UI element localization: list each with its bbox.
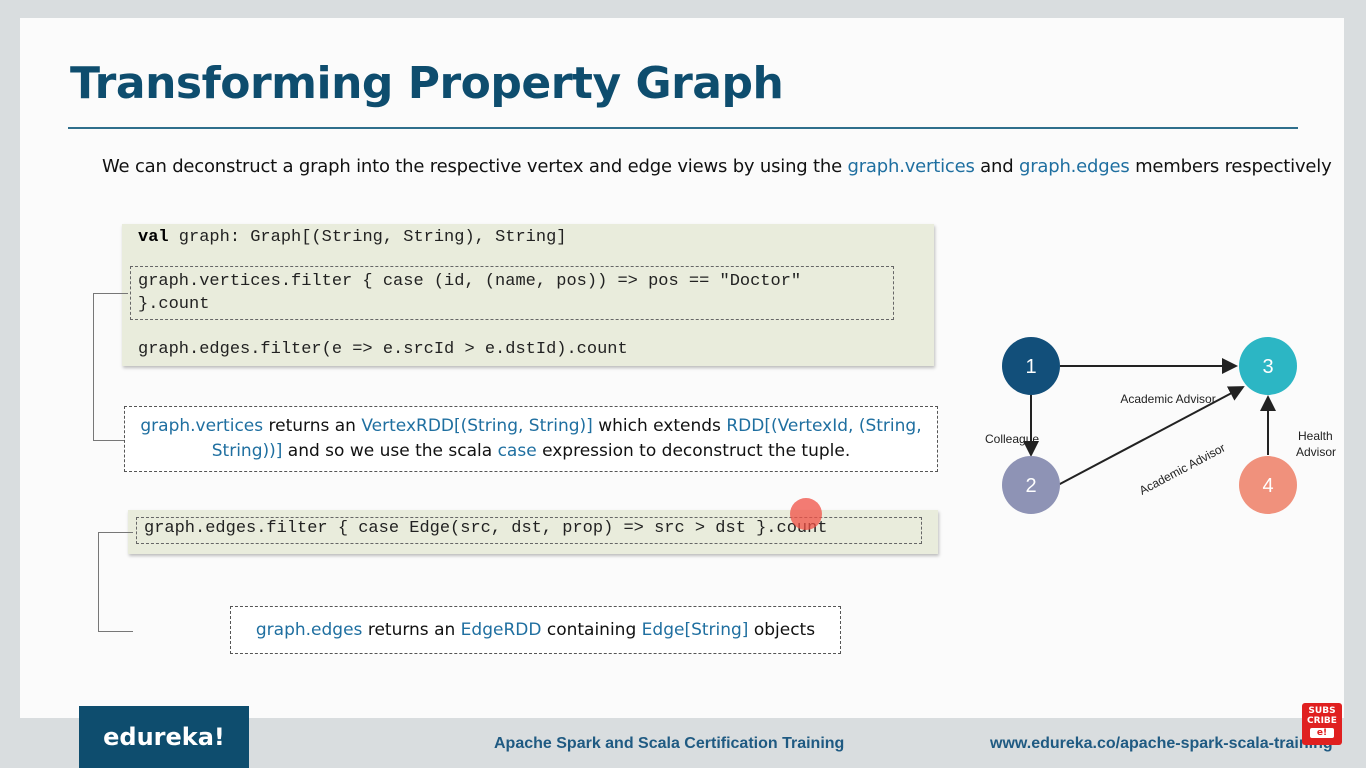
code-keyword-val: val xyxy=(138,228,169,247)
connector-line-1 xyxy=(93,293,128,441)
pointer-highlight xyxy=(790,498,822,530)
edge-label-4-3-line1: Health xyxy=(1298,429,1333,443)
node-2-label: 2 xyxy=(1025,475,1036,497)
node-3-label: 3 xyxy=(1262,356,1273,378)
code-block-2-line: graph.edges.filter { case Edge(src, dst,… xyxy=(144,519,828,538)
note1-t9: expression to deconstruct the tuple. xyxy=(536,441,851,461)
intro-text: We can deconstruct a graph into the resp… xyxy=(102,156,1332,177)
vertices-note: graph.vertices returns an VertexRDD[(Str… xyxy=(124,406,938,472)
node-1-label: 1 xyxy=(1025,356,1036,378)
code-line-2: graph.vertices.filter { case (id, (name,… xyxy=(138,272,802,291)
property-graph-diagram: 1 2 3 4 Academic Advisor Colleague Acade… xyxy=(960,333,1340,538)
edges-note: graph.edges returns an EdgeRDD containin… xyxy=(230,606,841,654)
note2-t4: containing xyxy=(541,620,642,640)
note1-t4: which extends xyxy=(592,416,727,436)
intro-part1: We can deconstruct a graph into the resp… xyxy=(102,156,848,177)
note2-t3: EdgeRDD xyxy=(460,620,542,640)
subscribe-line-1: SUBS xyxy=(1308,706,1336,716)
edge-label-2-3: Academic Advisor xyxy=(1137,441,1228,498)
note2-t1: graph.edges xyxy=(255,620,363,640)
slide: Transforming Property Graph We can decon… xyxy=(20,18,1344,718)
course-title: Apache Spark and Scala Certification Tra… xyxy=(494,735,845,752)
edge-label-1-3: Academic Advisor xyxy=(1120,392,1215,406)
note1-t5: RDD[(VertexId, (String, xyxy=(726,416,922,436)
intro-link-edges: graph.edges xyxy=(1018,156,1130,177)
note1-t6: String))] xyxy=(211,441,283,461)
code-block-1: val graph: Graph[(String, String), Strin… xyxy=(122,224,934,366)
title-divider xyxy=(68,127,1298,129)
edge-label-1-2: Colleague xyxy=(985,432,1039,446)
code-line-4: graph.edges.filter(e => e.srcId > e.dstI… xyxy=(138,340,628,359)
graph-svg: 1 2 3 4 Academic Advisor Colleague Acade… xyxy=(985,337,1336,514)
slide-title: Transforming Property Graph xyxy=(70,58,784,109)
code-line-1: val graph: Graph[(String, String), Strin… xyxy=(138,228,566,247)
code-line-3: }.count xyxy=(138,295,210,314)
subscribe-button[interactable]: SUBS CRIBE e! xyxy=(1302,703,1342,745)
intro-link-vertices: graph.vertices xyxy=(847,156,975,177)
intro-part2: and xyxy=(974,156,1019,177)
course-url[interactable]: www.edureka.co/apache-spark-scala-traini… xyxy=(990,735,1333,753)
note2-t5: Edge[String] xyxy=(641,620,749,640)
note1-t1: graph.vertices xyxy=(140,416,264,436)
code-line-1-rest: graph: Graph[(String, String), String] xyxy=(168,228,567,247)
note1-t3: VertexRDD[(String, String)] xyxy=(361,416,593,436)
note1-t2: returns an xyxy=(263,416,362,436)
note1-t8: case xyxy=(497,441,537,461)
edureka-logo[interactable]: edureka! xyxy=(79,706,249,768)
subscribe-line-2: CRIBE xyxy=(1307,716,1337,726)
edge-label-4-3-line2: Advisor xyxy=(1296,445,1336,459)
node-4-label: 4 xyxy=(1262,475,1273,497)
note2-t6: objects xyxy=(748,620,816,640)
connector-line-2 xyxy=(98,532,133,632)
note1-t7: and so we use the scala xyxy=(282,441,498,461)
note2-t2: returns an xyxy=(362,620,461,640)
intro-part3: members respectively xyxy=(1129,156,1332,177)
subscribe-line-3: e! xyxy=(1310,728,1334,738)
